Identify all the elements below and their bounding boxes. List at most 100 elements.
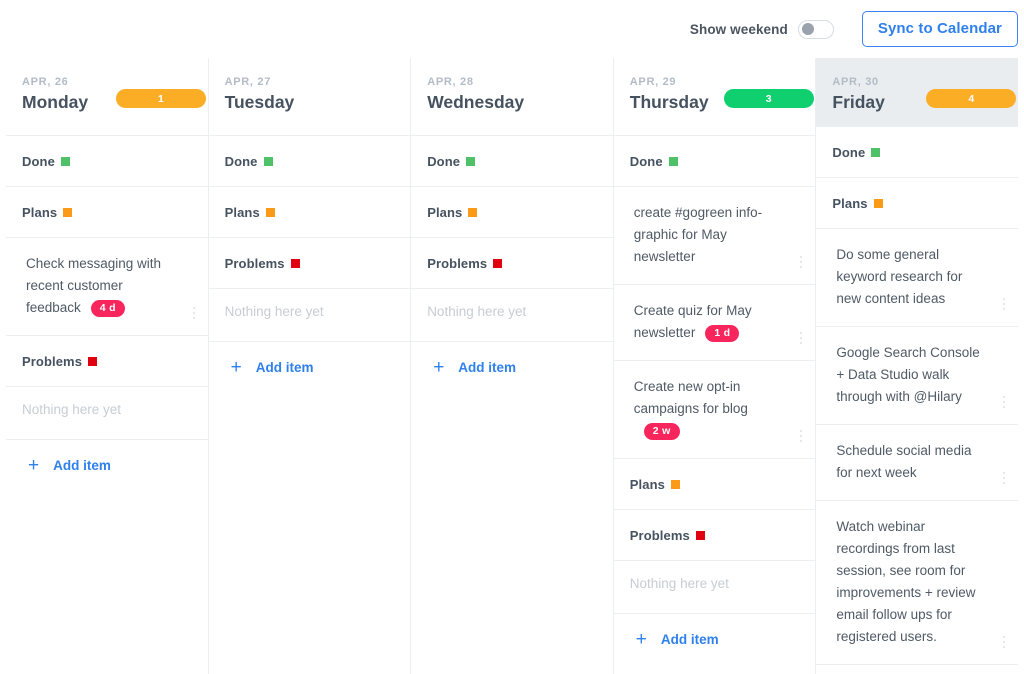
task-due-badge: 4 d — [91, 300, 125, 318]
plans-status-dot-icon — [63, 208, 72, 217]
day-header: APR, 30Friday 4 — [816, 58, 1018, 127]
menu-dot-icon — [193, 317, 195, 319]
task-card[interactable]: Check messaging with recent customer fee… — [6, 238, 208, 336]
card-menu-icon[interactable] — [999, 636, 1009, 648]
toggle-knob-icon — [802, 23, 814, 35]
card-menu-icon[interactable] — [796, 332, 806, 344]
day-count-badge: 4 — [926, 89, 1016, 108]
add-item-row: + Add item — [6, 440, 208, 492]
task-card-text: Create new opt-in campaigns for blog2 w — [634, 376, 786, 442]
plans-status-dot-icon — [874, 199, 883, 208]
section-label: Plans — [427, 205, 462, 220]
add-item-button[interactable]: + Add item — [22, 456, 111, 475]
section-label: Problems — [427, 256, 487, 271]
day-header-text: APR, 29Thursday — [630, 76, 709, 114]
task-card-body: Schedule social media for next week — [816, 425, 1018, 500]
day-header-text: APR, 26Monday — [22, 76, 88, 114]
show-weekend-toggle[interactable] — [798, 20, 834, 39]
menu-dot-icon — [1003, 482, 1005, 484]
section-label: Done — [225, 154, 258, 169]
add-item-button[interactable]: + Add item — [225, 358, 314, 377]
day-column-friday: APR, 30Friday 4 DonePlansDo some general k… — [816, 58, 1018, 674]
add-item-row: + Add item — [209, 342, 411, 394]
section-header: Done — [614, 136, 816, 186]
section-label: Problems — [630, 528, 690, 543]
problems-status-dot-icon — [696, 531, 705, 540]
plus-icon: + — [28, 456, 39, 475]
plans-status-dot-icon — [468, 208, 477, 217]
task-card[interactable]: Watch webinar recordings from last sessi… — [816, 501, 1018, 665]
day-column-body: DonePlansDo some general keyword researc… — [816, 127, 1018, 674]
empty-placeholder-text: Nothing here yet — [630, 573, 800, 595]
section-plans: Plans — [411, 187, 613, 238]
task-card[interactable]: Do some general keyword research for new… — [816, 229, 1018, 327]
plans-status-dot-icon — [671, 480, 680, 489]
day-header-text: APR, 28Wednesday — [427, 76, 524, 114]
task-card[interactable]: Google Search Console + Data Studio walk… — [816, 327, 1018, 425]
menu-dot-icon — [1003, 308, 1005, 310]
section-problems: Problems — [209, 238, 411, 289]
done-status-dot-icon — [871, 148, 880, 157]
add-item-label: Add item — [256, 360, 314, 375]
task-card-body: Create new opt-in campaigns for blog2 w — [614, 361, 816, 458]
day-date: APR, 27 — [225, 76, 295, 90]
task-card-text: Watch webinar recordings from last sessi… — [836, 516, 988, 648]
day-name: Friday — [832, 91, 885, 114]
section-done: Done — [6, 136, 208, 187]
task-card-text: Create quiz for May newsletter1 d — [634, 300, 786, 344]
menu-dot-icon — [1003, 298, 1005, 300]
card-menu-icon[interactable] — [796, 430, 806, 442]
plus-icon: + — [231, 358, 242, 377]
section-header: Plans — [614, 459, 816, 509]
day-name: Wednesday — [427, 91, 524, 114]
task-card-text: Do some general keyword research for new… — [836, 244, 988, 310]
task-card-body: Create quiz for May newsletter1 d — [614, 285, 816, 360]
menu-dot-icon — [800, 266, 802, 268]
day-count-badge: 3 — [724, 89, 814, 108]
section-header: Problems — [6, 336, 208, 386]
show-weekend-control[interactable]: Show weekend — [690, 20, 834, 39]
section-problems: Problems — [816, 665, 1018, 674]
card-menu-icon[interactable] — [189, 307, 199, 319]
section-done: Done — [614, 136, 816, 187]
task-card[interactable]: Create new opt-in campaigns for blog2 w — [614, 361, 816, 459]
section-plans: Plans — [209, 187, 411, 238]
section-label: Plans — [22, 205, 57, 220]
empty-placeholder: Nothing here yet — [209, 289, 411, 341]
add-item-row: +Add item — [614, 614, 816, 666]
card-menu-icon[interactable] — [999, 396, 1009, 408]
task-card[interactable]: create #gogreen info-graphic for May new… — [614, 187, 816, 285]
menu-dot-icon — [1003, 472, 1005, 474]
task-due-badge: 1 d — [705, 325, 739, 343]
card-menu-icon[interactable] — [796, 256, 806, 268]
menu-dot-icon — [1003, 646, 1005, 648]
section-plans: Plans — [614, 459, 816, 510]
done-status-dot-icon — [61, 157, 70, 166]
section-header: Plans — [816, 178, 1018, 228]
menu-dot-icon — [800, 261, 802, 263]
day-column-tuesday: APR, 27TuesdayDonePlansProblemsNothing h… — [209, 58, 412, 674]
task-card[interactable]: Create quiz for May newsletter1 d — [614, 285, 816, 361]
sync-to-calendar-button[interactable]: Sync to Calendar — [862, 11, 1018, 47]
day-column-monday: APR, 26Monday1DonePlansCheck messaging w… — [6, 58, 209, 674]
menu-dot-icon — [800, 337, 802, 339]
add-item-row: +Add item — [411, 342, 613, 394]
task-card-text: create #gogreen info-graphic for May new… — [634, 202, 786, 268]
section-done: Done — [209, 136, 411, 187]
menu-dot-icon — [1003, 401, 1005, 403]
section-header: Problems — [209, 238, 411, 288]
task-card[interactable]: Schedule social media for next week — [816, 425, 1018, 501]
add-item-button[interactable]: +Add item — [630, 630, 719, 649]
day-date: APR, 28 — [427, 76, 524, 90]
day-header-text: APR, 30Friday — [832, 76, 885, 114]
section-label: Done — [630, 154, 663, 169]
add-item-button[interactable]: +Add item — [427, 358, 516, 377]
card-menu-icon[interactable] — [999, 472, 1009, 484]
empty-placeholder-text: Nothing here yet — [427, 301, 597, 323]
day-date: APR, 29 — [630, 76, 709, 90]
plans-status-dot-icon — [266, 208, 275, 217]
menu-dot-icon — [1003, 406, 1005, 408]
section-label: Problems — [22, 354, 82, 369]
card-menu-icon[interactable] — [999, 298, 1009, 310]
add-item-label: Add item — [53, 458, 111, 473]
